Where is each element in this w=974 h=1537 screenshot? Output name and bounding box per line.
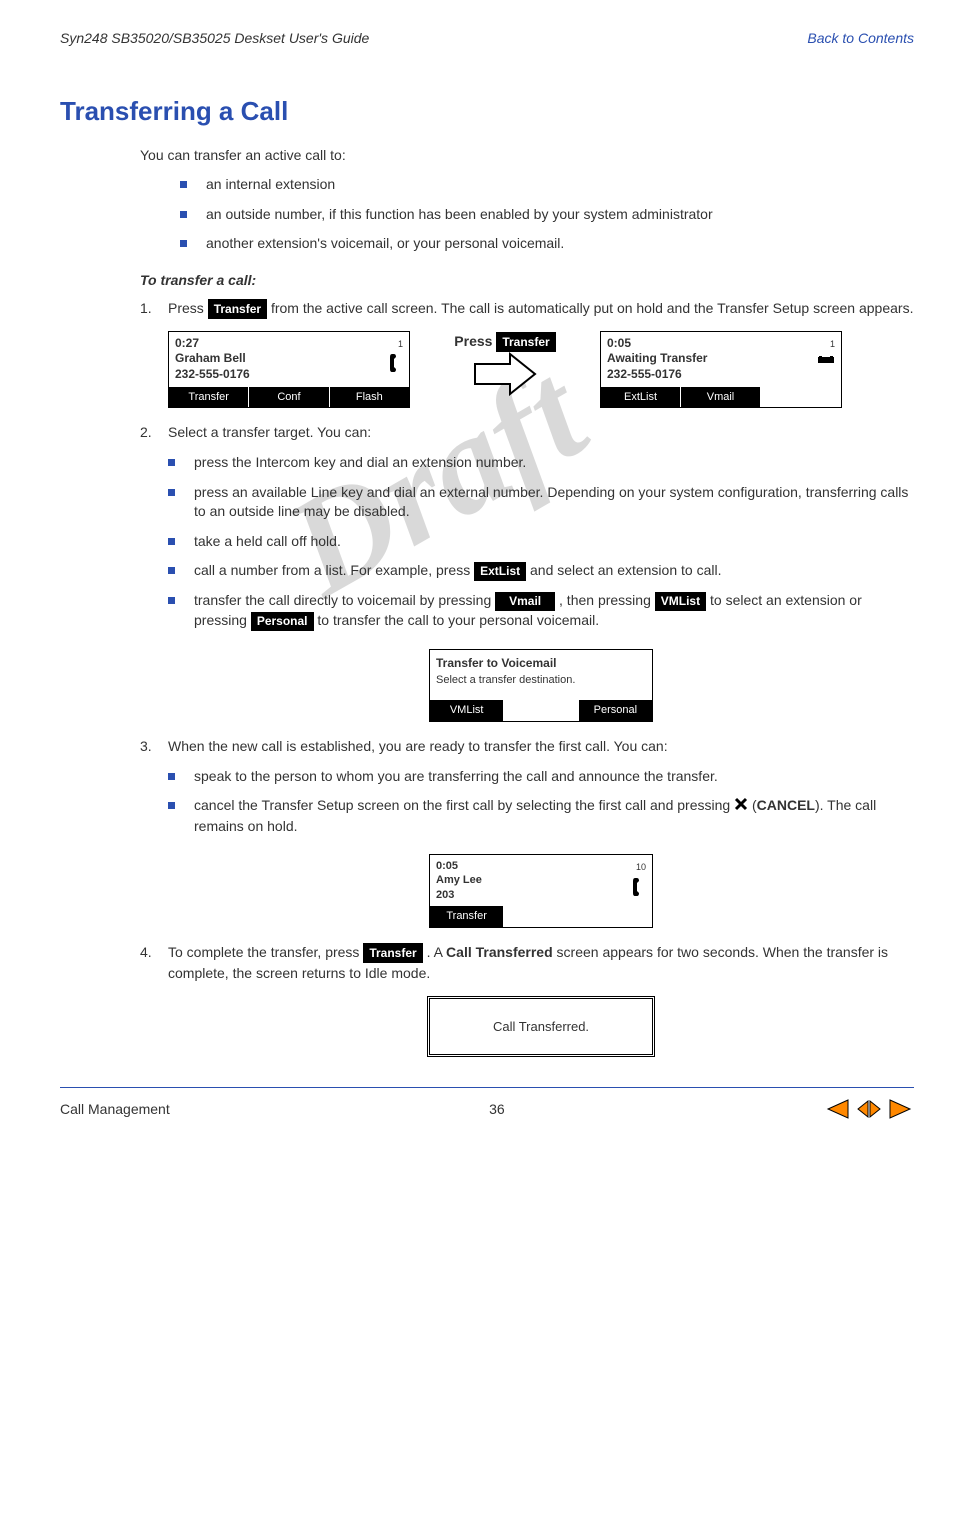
lcd-call-transferred: Call Transferred.: [427, 996, 655, 1058]
vmlist-softkey-label: VMList: [655, 592, 706, 611]
lcd-active-call: 0:27 Graham Bell 232-555-0176 1 Transfer…: [168, 331, 410, 408]
step-text: . A: [427, 944, 446, 960]
step-text: To complete the transfer, press: [168, 944, 363, 960]
nav-updown-icon[interactable]: [856, 1098, 882, 1120]
softkey-blank: [761, 387, 841, 408]
lcd-caller-name: Amy Lee: [436, 873, 482, 887]
step-text: Select a transfer target. You can:: [168, 424, 371, 440]
step-number: 1.: [140, 298, 152, 319]
step-number: 4.: [140, 942, 152, 963]
step-text: from the active call screen. The call is…: [271, 300, 914, 316]
hold-icon: [817, 353, 835, 365]
intro-text: You can transfer an active call to:: [140, 147, 914, 163]
softkey-blank: [504, 906, 578, 927]
step-number: 3.: [140, 736, 152, 757]
lcd-line-indicator: 10: [636, 861, 646, 875]
list-text: , then pressing: [559, 592, 655, 608]
softkey-flash: Flash: [330, 387, 409, 408]
list-text: transfer the call directly to voicemail …: [194, 592, 495, 608]
nav-next-icon[interactable]: [888, 1098, 914, 1120]
page-footer: Call Management 36: [60, 1087, 914, 1120]
list-item: take a held call off hold.: [168, 532, 914, 552]
press-label: Press: [454, 333, 496, 349]
lcd-time: 0:05: [607, 336, 707, 352]
list-text: to transfer the call to your personal vo…: [317, 612, 599, 628]
lcd-time: 0:27: [175, 336, 250, 352]
lcd-line-indicator: 1: [830, 338, 835, 352]
step-text: Press: [168, 300, 208, 316]
lcd-caller-number: 232-555-0176: [175, 367, 250, 383]
procedure-heading: To transfer a call:: [140, 272, 914, 288]
lcd-subtitle: Select a transfer destination.: [436, 672, 646, 689]
extlist-softkey-label: ExtList: [474, 562, 526, 581]
lcd-time: 0:05: [436, 859, 482, 873]
softkey-blank: [504, 700, 578, 721]
handset-icon: [632, 877, 646, 897]
step-number: 2.: [140, 422, 152, 443]
list-item: press an available Line key and dial an …: [168, 483, 914, 522]
list-item: another extension's voicemail, or your p…: [180, 234, 914, 254]
call-transferred-label: Call Transferred: [446, 944, 553, 960]
cancel-x-icon: [734, 797, 748, 817]
list-item: an internal extension: [180, 175, 914, 195]
section-heading: Transferring a Call: [60, 96, 914, 127]
personal-softkey-label: Personal: [251, 612, 314, 631]
softkey-transfer: Transfer: [430, 906, 504, 927]
handset-icon: [389, 353, 403, 373]
list-text: call a number from a list. For example, …: [194, 562, 474, 578]
back-to-contents-link[interactable]: Back to Contents: [807, 30, 914, 46]
list-text: and select an extension to call.: [530, 562, 721, 578]
lcd-extension: 203: [436, 888, 482, 902]
step-text: When the new call is established, you ar…: [168, 738, 668, 754]
softkey-vmlist: VMList: [430, 700, 504, 721]
step-3: 3. When the new call is established, you…: [140, 736, 914, 928]
lcd-transfer-voicemail: Transfer to Voicemail Select a transfer …: [429, 649, 653, 722]
step-4: 4. To complete the transfer, press Trans…: [140, 942, 914, 1058]
page-number: 36: [489, 1101, 505, 1117]
footer-section: Call Management: [60, 1101, 170, 1117]
softkey-vmail: Vmail: [681, 387, 761, 408]
lcd-caller-name: Graham Bell: [175, 351, 250, 367]
lcd-caller-number: 232-555-0176: [607, 367, 707, 383]
list-item: transfer the call directly to voicemail …: [168, 591, 914, 631]
intro-bullet-list: an internal extension an outside number,…: [180, 175, 914, 254]
transfer-softkey-label: Transfer: [363, 943, 422, 963]
transfer-softkey-label: Transfer: [208, 299, 267, 319]
softkey-extlist: ExtList: [601, 387, 681, 408]
list-item: press the Intercom key and dial an exten…: [168, 453, 914, 473]
cancel-label: CANCEL: [757, 797, 815, 813]
lcd-new-call: 0:05 Amy Lee 203 10 Transfer: [429, 854, 653, 927]
lcd-awaiting-transfer: 0:05 Awaiting Transfer 232-555-0176 1 Ex…: [600, 331, 842, 408]
nav-prev-icon[interactable]: [824, 1098, 850, 1120]
step-1: 1. Press Transfer from the active call s…: [140, 298, 914, 408]
list-item: cancel the Transfer Setup screen on the …: [168, 796, 914, 836]
softkey-transfer: Transfer: [169, 387, 249, 408]
softkey-personal: Personal: [579, 700, 652, 721]
doc-title: Syn248 SB35020/SB35025 Deskset User's Gu…: [60, 30, 369, 46]
lcd-line-indicator: 1: [398, 338, 403, 352]
page-header: Syn248 SB35020/SB35025 Deskset User's Gu…: [60, 30, 914, 46]
transfer-softkey-label: Transfer: [496, 332, 555, 352]
list-item: an outside number, if this function has …: [180, 205, 914, 225]
arrow-right-icon: [470, 352, 540, 396]
list-item: call a number from a list. For example, …: [168, 561, 914, 581]
vmail-softkey-label: Vmail: [495, 592, 555, 611]
step-2: 2. Select a transfer target. You can: pr…: [140, 422, 914, 722]
lcd-title: Transfer to Voicemail: [436, 654, 646, 672]
press-transfer-arrow: Press Transfer: [430, 331, 580, 402]
list-text: cancel the Transfer Setup screen on the …: [194, 797, 734, 813]
softkey-blank: [578, 906, 652, 927]
list-item: speak to the person to whom you are tran…: [168, 767, 914, 787]
lcd-status: Awaiting Transfer: [607, 351, 707, 367]
softkey-conf: Conf: [249, 387, 329, 408]
